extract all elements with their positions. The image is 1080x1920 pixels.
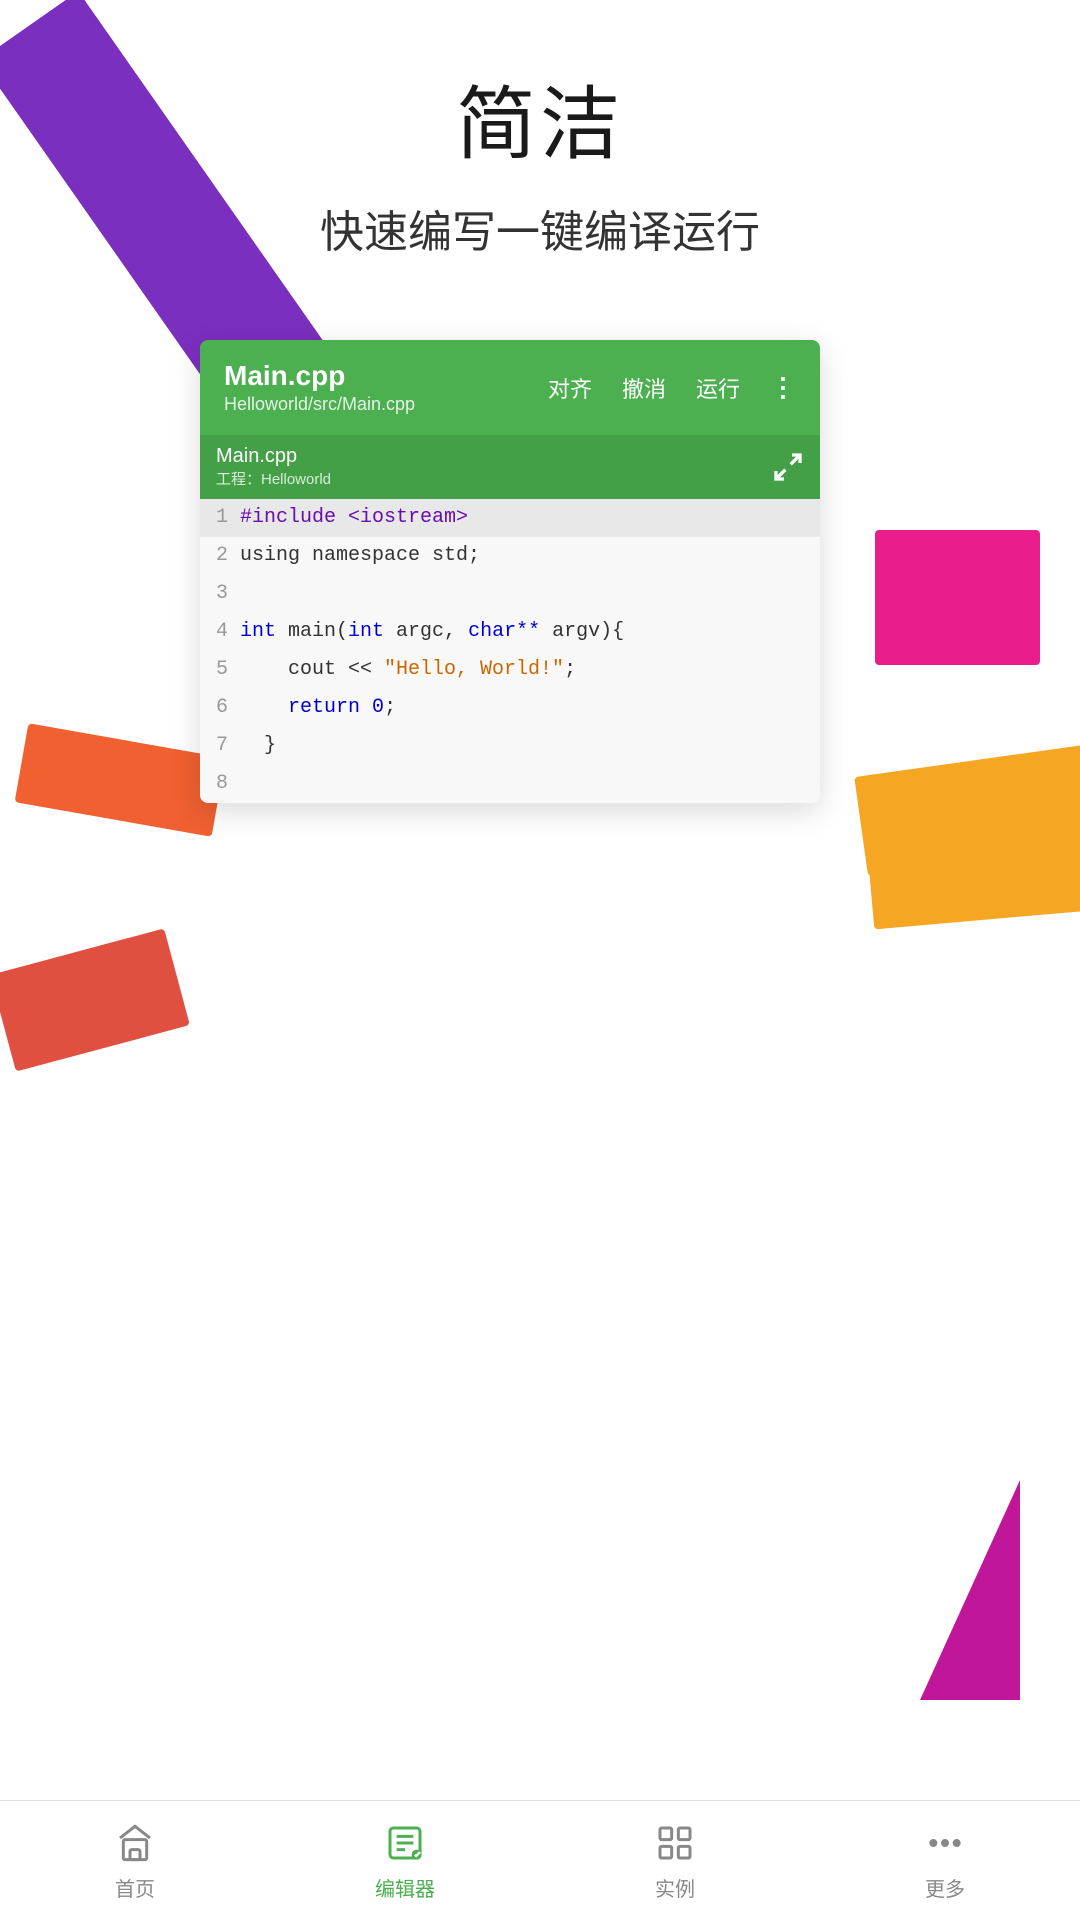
undo-button[interactable]: 撤消 [622, 372, 666, 404]
decoration-magenta-triangle [920, 1480, 1020, 1700]
run-button[interactable]: 运行 [696, 372, 740, 404]
more-icon [921, 1819, 969, 1867]
code-line-6: 6 return 0; [200, 689, 820, 727]
bottom-navigation: 首页 编辑器 实例 [0, 1800, 1080, 1920]
editor-toolbar: Main.cpp Helloworld/src/Main.cpp 对齐 撤消 运… [200, 340, 820, 435]
examples-icon [651, 1819, 699, 1867]
nav-label-more: 更多 [925, 1873, 965, 1902]
code-line-2: 2 using namespace std; [200, 537, 820, 575]
code-line-8: 8 [200, 765, 820, 803]
editor-card: Main.cpp Helloworld/src/Main.cpp 对齐 撤消 运… [200, 340, 820, 803]
expand-editor-button[interactable] [772, 451, 804, 483]
nav-label-examples: 实例 [655, 1873, 695, 1902]
nav-item-examples[interactable]: 实例 [540, 1819, 810, 1902]
nav-label-home: 首页 [115, 1873, 155, 1902]
align-button[interactable]: 对齐 [548, 372, 592, 404]
tab-project: 工程：Helloworld [216, 468, 331, 489]
editor-filename: Main.cpp [224, 360, 415, 392]
nav-item-editor[interactable]: 编辑器 [270, 1819, 540, 1902]
tab-filename: Main.cpp [216, 445, 297, 468]
editor-tab-bar: Main.cpp 工程：Helloworld [200, 435, 820, 499]
code-line-4: 4 int main(int argc, char** argv){ [200, 613, 820, 651]
nav-label-editor: 编辑器 [375, 1873, 435, 1902]
toolbar-file-info: Main.cpp Helloworld/src/Main.cpp [224, 360, 415, 415]
code-line-7: 7 } [200, 727, 820, 765]
home-icon [111, 1819, 159, 1867]
nav-item-home[interactable]: 首页 [0, 1819, 270, 1902]
decoration-orange-rect3 [866, 821, 1080, 930]
headline: 简洁 [456, 60, 624, 176]
decoration-red-rect [0, 928, 190, 1071]
toolbar-actions: 对齐 撤消 运行 ⋮ [548, 372, 796, 404]
main-content: 简洁 快速编写一键编译运行 Main.cpp Helloworld/src/Ma… [0, 0, 1080, 803]
editor-path: Helloworld/src/Main.cpp [224, 394, 415, 415]
code-line-5: 5 cout << "Hello, World!"; [200, 651, 820, 689]
subheadline: 快速编写一键编译运行 [320, 196, 760, 260]
code-line-1: 1 #include <iostream> [200, 499, 820, 537]
nav-item-more[interactable]: 更多 [810, 1819, 1080, 1902]
code-editor-area[interactable]: 1 #include <iostream> 2 using namespace … [200, 499, 820, 803]
code-line-3: 3 [200, 575, 820, 613]
more-menu-button[interactable]: ⋮ [770, 372, 796, 403]
active-tab[interactable]: Main.cpp 工程：Helloworld [216, 445, 331, 489]
editor-icon [381, 1819, 429, 1867]
